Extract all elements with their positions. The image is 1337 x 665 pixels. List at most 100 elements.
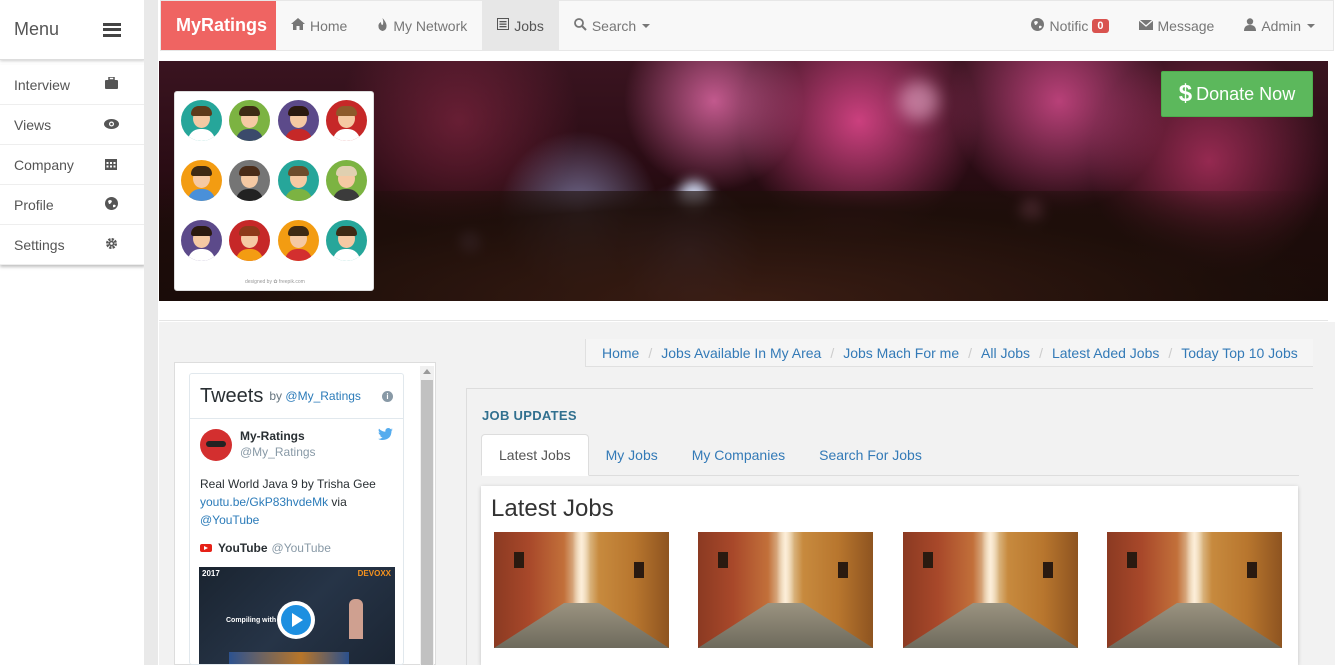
tab-my-companies[interactable]: My Companies bbox=[675, 434, 802, 476]
fire-icon bbox=[377, 17, 388, 34]
user-icon bbox=[1244, 17, 1257, 34]
hamburger-icon[interactable] bbox=[103, 22, 121, 37]
latest-jobs-heading: Latest Jobs bbox=[491, 495, 614, 522]
avatar bbox=[181, 100, 222, 141]
search-icon bbox=[573, 17, 587, 34]
scroll-up-icon[interactable] bbox=[423, 369, 431, 374]
sidebar-item-label: Company bbox=[14, 156, 74, 173]
avatar bbox=[277, 160, 319, 201]
job-thumbnail[interactable] bbox=[698, 532, 873, 648]
youtube-icon bbox=[200, 544, 212, 552]
eye-icon bbox=[104, 117, 119, 132]
avatar bbox=[181, 220, 222, 261]
donate-button[interactable]: $ Donate Now bbox=[1161, 71, 1313, 117]
avatar bbox=[181, 160, 222, 201]
tab-my-jobs[interactable]: My Jobs bbox=[589, 434, 675, 476]
nav-search[interactable]: Search bbox=[559, 1, 665, 50]
breadcrumb-jobs-match[interactable]: Jobs Mach For me bbox=[843, 345, 959, 361]
sidebar-item-label: Views bbox=[14, 116, 52, 133]
gear-icon bbox=[104, 237, 118, 253]
nav-home-label: Home bbox=[310, 17, 348, 34]
nav-notifications-label: Notific bbox=[1049, 17, 1089, 34]
tweet-text: Real World Java 9 by Trisha Gee youtu.be… bbox=[200, 477, 376, 527]
video-thumbnail[interactable]: 2017 DEVOXX Compiling with bbox=[199, 567, 395, 664]
sidebar-item-company[interactable]: Company bbox=[0, 145, 144, 185]
play-icon[interactable] bbox=[277, 601, 315, 639]
dollar-icon: $ bbox=[1178, 80, 1193, 107]
chevron-down-icon bbox=[1307, 23, 1315, 28]
tweet-author-name[interactable]: My-Ratings bbox=[240, 429, 316, 443]
job-thumbnail[interactable] bbox=[903, 532, 1078, 648]
breadcrumb-separator: / bbox=[648, 344, 653, 361]
brand-logo[interactable]: MyRatings bbox=[161, 1, 276, 50]
profile-avatar-card[interactable]: designed by ✿ freepik.com bbox=[174, 91, 374, 291]
nav-message[interactable]: Message bbox=[1124, 1, 1230, 50]
envelope-icon bbox=[1138, 18, 1153, 33]
tab-search-for-jobs[interactable]: Search For Jobs bbox=[802, 434, 939, 476]
nav-admin[interactable]: Admin bbox=[1229, 1, 1333, 50]
job-thumbnail[interactable] bbox=[1107, 532, 1282, 648]
breadcrumb-separator: / bbox=[1039, 344, 1043, 361]
sidebar-title: Menu bbox=[14, 19, 60, 39]
nav-notifications[interactable]: Notific 0 bbox=[1016, 1, 1123, 50]
nav-my-network[interactable]: My Network bbox=[362, 1, 482, 50]
job-tabs: Latest Jobs My Jobs My Companies Search … bbox=[481, 434, 1299, 476]
twitter-scrollbar[interactable] bbox=[420, 366, 434, 665]
nav-home[interactable]: Home bbox=[276, 1, 362, 50]
tab-latest-jobs[interactable]: Latest Jobs bbox=[481, 434, 589, 476]
nav-jobs[interactable]: Jobs bbox=[482, 1, 559, 50]
sidebar-menu: Interview Views Company Profile Settings bbox=[0, 65, 145, 265]
sidebar-item-interview[interactable]: Interview bbox=[0, 65, 144, 105]
breadcrumb-all-jobs[interactable]: All Jobs bbox=[981, 345, 1030, 361]
breadcrumb-top-10[interactable]: Today Top 10 Jobs bbox=[1181, 345, 1298, 361]
sidebar-item-settings[interactable]: Settings bbox=[0, 225, 144, 265]
calendar-icon bbox=[104, 157, 118, 173]
tweet-mention[interactable]: @YouTube bbox=[200, 513, 259, 527]
sidebar-divider bbox=[144, 0, 158, 665]
avatar bbox=[277, 100, 319, 141]
avatar bbox=[229, 220, 271, 261]
avatar bbox=[229, 100, 271, 141]
globe-icon bbox=[104, 196, 118, 213]
youtube-attribution[interactable]: YouTube @YouTube bbox=[190, 529, 403, 555]
avatar[interactable] bbox=[200, 429, 232, 461]
twitter-header: Tweets by @My_Ratings i bbox=[190, 374, 403, 419]
video-graphic bbox=[229, 652, 349, 664]
notifications-badge: 0 bbox=[1092, 18, 1109, 33]
breadcrumb: Home / Jobs Available In My Area / Jobs … bbox=[585, 339, 1313, 367]
twitter-bird-icon[interactable] bbox=[378, 427, 393, 443]
youtube-name: YouTube bbox=[218, 541, 268, 555]
breadcrumb-jobs-area[interactable]: Jobs Available In My Area bbox=[661, 345, 821, 361]
avatar bbox=[325, 160, 367, 201]
twitter-title: Tweets bbox=[200, 384, 264, 407]
donate-label: Donate Now bbox=[1196, 83, 1296, 104]
banner-strip bbox=[159, 301, 1328, 321]
sidebar-item-label: Settings bbox=[14, 236, 65, 253]
job-thumbnail[interactable] bbox=[494, 532, 669, 648]
sidebar-item-label: Interview bbox=[14, 76, 71, 93]
avatar bbox=[325, 220, 367, 261]
globe-icon bbox=[1031, 17, 1045, 34]
video-brand: DEVOXX bbox=[357, 569, 391, 578]
sidebar: Menu Interview Views Company Profile Set… bbox=[0, 0, 145, 665]
nav-search-label: Search bbox=[591, 17, 637, 34]
job-updates-title: JOB UPDATES bbox=[482, 408, 577, 423]
avatar-grid bbox=[181, 100, 367, 261]
breadcrumb-home[interactable]: Home bbox=[602, 345, 639, 361]
tweet-author[interactable]: My-Ratings @My_Ratings bbox=[190, 419, 403, 461]
video-year: 2017 bbox=[202, 569, 220, 578]
video-speaker bbox=[349, 599, 363, 639]
sidebar-item-views[interactable]: Views bbox=[0, 105, 144, 145]
tweet-link[interactable]: youtu.be/GkP83hvdeMk bbox=[200, 495, 328, 509]
tweet-author-handle: @My_Ratings bbox=[240, 445, 316, 459]
breadcrumb-latest-jobs[interactable]: Latest Aded Jobs bbox=[1052, 345, 1159, 361]
scrollbar-thumb[interactable] bbox=[421, 380, 433, 665]
twitter-handle-link[interactable]: @My_Ratings bbox=[285, 389, 361, 403]
avatar bbox=[277, 220, 319, 261]
sidebar-item-profile[interactable]: Profile bbox=[0, 185, 144, 225]
list-icon bbox=[497, 18, 510, 33]
info-icon[interactable]: i bbox=[382, 390, 393, 402]
avatar-credit: designed by ✿ freepik.com bbox=[245, 279, 305, 285]
video-caption: Compiling with bbox=[226, 617, 277, 624]
